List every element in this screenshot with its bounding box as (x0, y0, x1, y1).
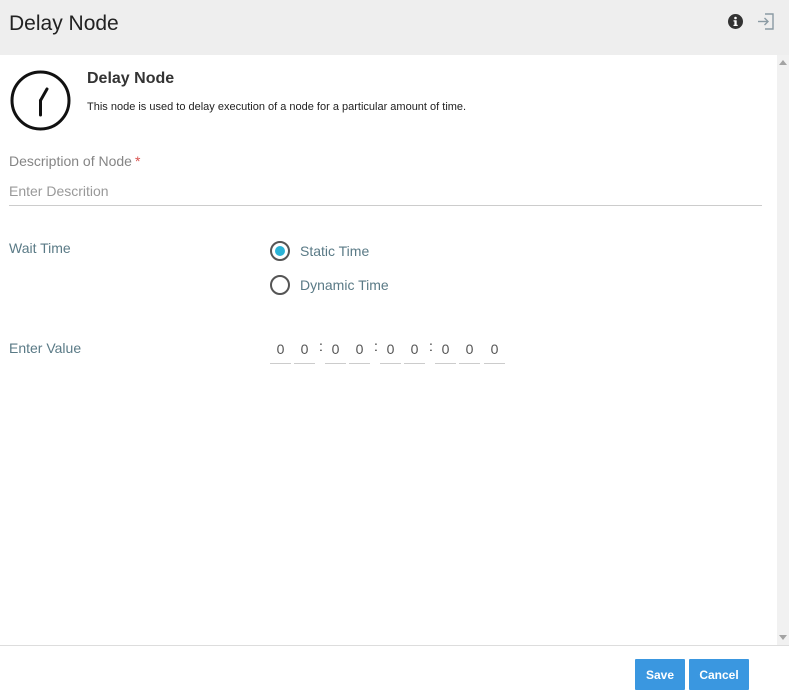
enter-value-label: Enter Value (9, 340, 82, 356)
radio-button-selected[interactable] (270, 241, 290, 261)
dialog-title: Delay Node (9, 12, 119, 35)
radio-dynamic-time-label: Dynamic Time (300, 276, 389, 293)
time-digit-input[interactable] (294, 335, 315, 364)
time-digit-input[interactable] (459, 335, 480, 364)
scroll-down-arrow-icon[interactable] (779, 635, 787, 640)
exit-icon[interactable] (757, 12, 775, 31)
cancel-button[interactable]: Cancel (689, 659, 749, 690)
radio-static-time[interactable]: Static Time (270, 240, 369, 262)
save-button[interactable]: Save (635, 659, 685, 690)
time-digit-input[interactable] (435, 335, 456, 364)
time-digit-input[interactable] (270, 335, 291, 364)
time-separator: : (319, 338, 323, 354)
time-separator: : (374, 338, 378, 354)
node-description: This node is used to delay execution of … (87, 101, 467, 113)
info-icon[interactable] (727, 13, 744, 30)
radio-button-unselected[interactable] (270, 275, 290, 295)
radio-selected-dot (275, 246, 285, 256)
time-digit-input[interactable] (325, 335, 346, 364)
time-digit-input[interactable] (349, 335, 370, 364)
radio-static-time-label: Static Time (300, 242, 370, 259)
clock-icon (10, 70, 71, 131)
time-digit-input[interactable] (484, 335, 505, 364)
scroll-up-arrow-icon[interactable] (779, 60, 787, 65)
dialog-header: Delay Node (0, 0, 789, 55)
time-digit-input[interactable] (404, 335, 425, 364)
description-label-text: Description of Node (9, 153, 132, 169)
description-input[interactable] (9, 177, 762, 206)
wait-time-label: Wait Time (9, 240, 71, 256)
radio-dynamic-time[interactable]: Dynamic Time (270, 274, 389, 296)
vertical-scrollbar[interactable] (777, 55, 789, 645)
required-mark: * (134, 153, 141, 169)
node-title: Delay Node (87, 70, 175, 87)
description-label: Description of Node * (9, 153, 140, 170)
time-digit-input[interactable] (380, 335, 401, 364)
time-separator: : (429, 338, 433, 354)
